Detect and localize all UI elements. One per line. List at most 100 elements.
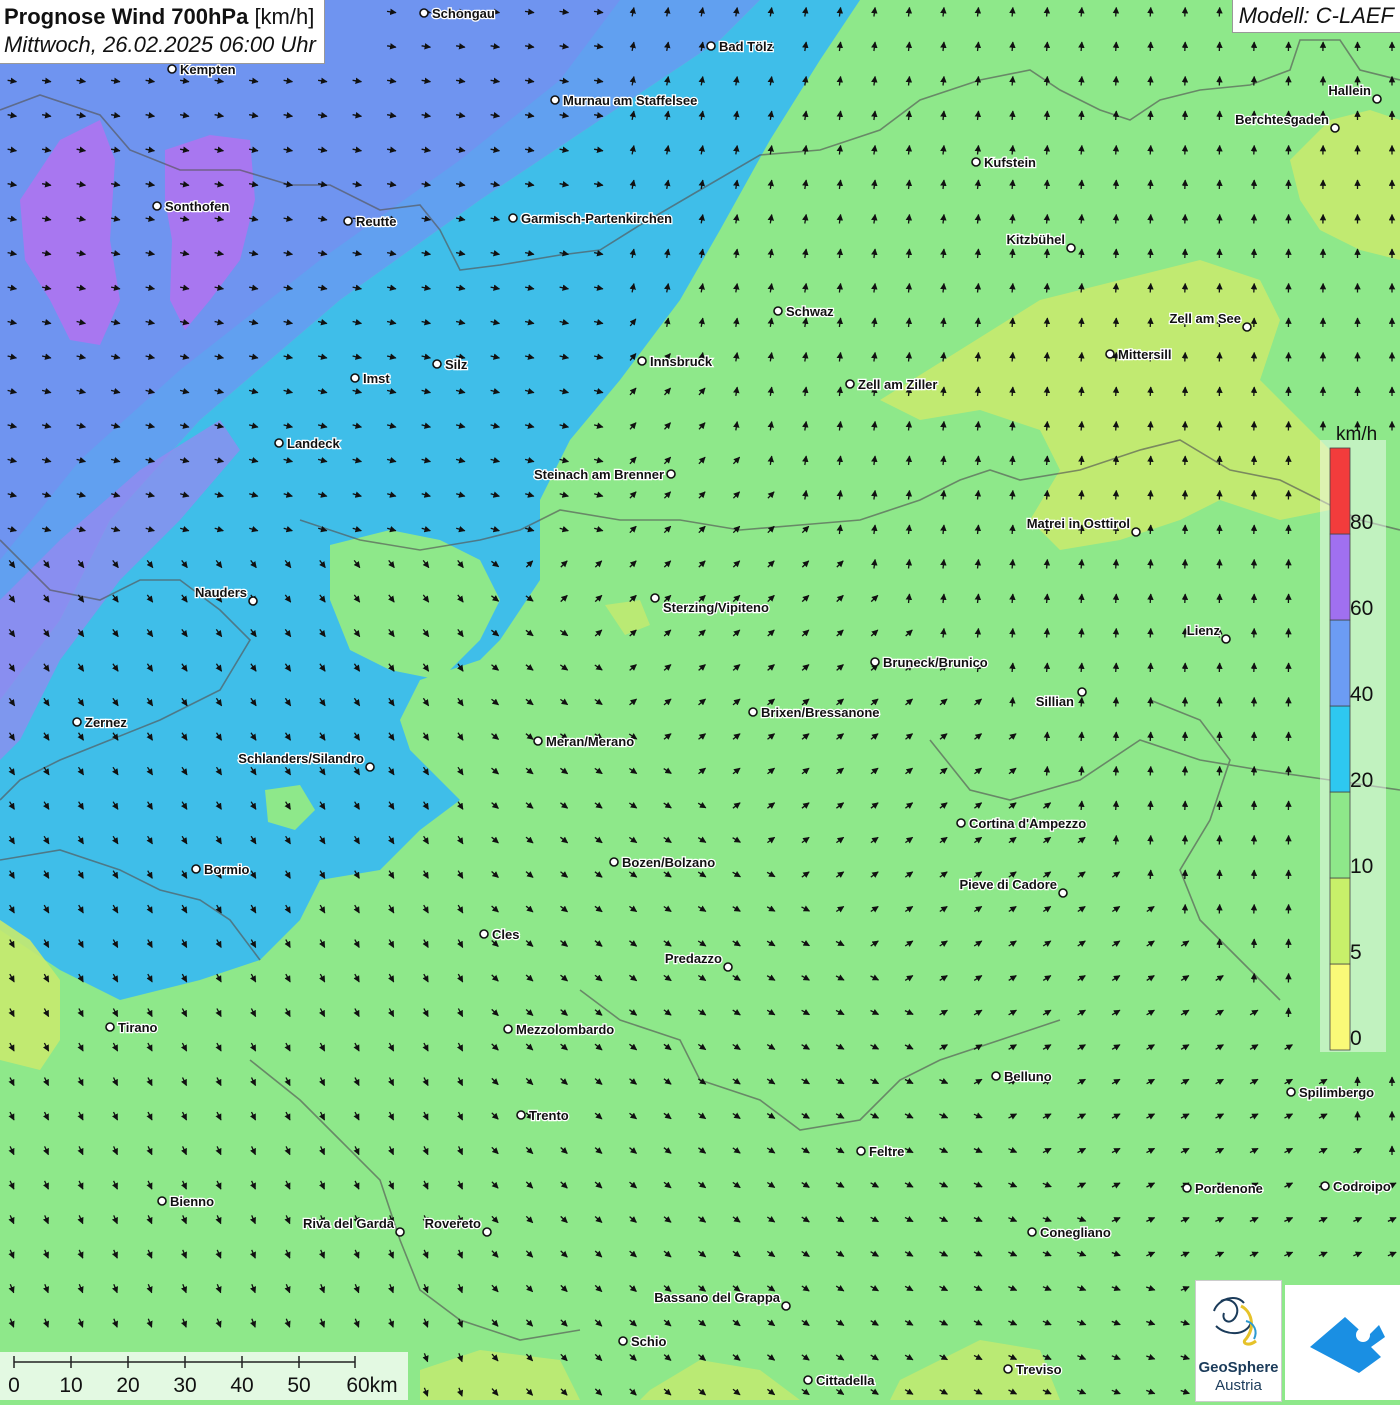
place-dot-icon xyxy=(153,202,161,210)
place-label: Spilimbergo xyxy=(1299,1085,1374,1100)
wind-arrow xyxy=(1081,8,1082,17)
wind-arrow xyxy=(1047,767,1048,776)
place-dot-icon xyxy=(433,360,441,368)
place-label: Riva del Garda xyxy=(303,1216,395,1231)
wind-arrow xyxy=(1116,594,1117,603)
wind-arrow xyxy=(1081,801,1082,810)
place-sonthofen[interactable]: Sonthofen xyxy=(153,199,229,214)
place-label: Pordenone xyxy=(1195,1181,1263,1196)
wind-arrow xyxy=(1116,249,1117,258)
place-dot-icon xyxy=(782,1302,790,1310)
place-cortina-d-ampezzo[interactable]: Cortina d'Ampezzo xyxy=(957,816,1086,831)
place-dot-icon xyxy=(509,214,517,222)
scale-label-10: 10 xyxy=(59,1374,82,1397)
legend-seg-10-20 xyxy=(1330,792,1350,878)
wind-arrow xyxy=(1012,284,1013,293)
place-dot-icon xyxy=(774,307,782,315)
place-label: Matrei in Osttirol xyxy=(1027,516,1130,531)
place-dot-icon xyxy=(1132,528,1140,536)
place-brixen-bressanone[interactable]: Brixen/Bressanone xyxy=(749,705,880,720)
place-dot-icon xyxy=(344,217,352,225)
place-dot-icon xyxy=(1059,889,1067,897)
place-label: Brixen/Bressanone xyxy=(761,705,880,720)
map-title: Prognose Wind 700hPa [km/h] xyxy=(4,3,316,31)
wind-arrow xyxy=(1012,42,1013,51)
wind-arrow xyxy=(1047,215,1048,224)
place-label: Feltre xyxy=(869,1144,904,1159)
place-label: Bruneck/Brunico xyxy=(883,655,988,670)
place-label: Rovereto xyxy=(425,1216,481,1231)
place-dot-icon xyxy=(534,737,542,745)
place-mezzolombardo[interactable]: Mezzolombardo xyxy=(504,1022,614,1037)
wind-arrow xyxy=(1047,594,1048,603)
wind-arrow xyxy=(1150,387,1151,396)
wind-arrow xyxy=(1150,525,1151,534)
place-label: Predazzo xyxy=(665,951,722,966)
wind-arrow xyxy=(1012,560,1013,569)
wind-arrow xyxy=(1012,456,1013,465)
wind-arrow xyxy=(1012,180,1013,189)
place-dot-icon xyxy=(517,1111,525,1119)
place-label: Pieve di Cadore xyxy=(959,877,1057,892)
wind-arrow xyxy=(1150,42,1151,51)
place-spilimbergo[interactable]: Spilimbergo xyxy=(1287,1085,1374,1100)
wind-arrow xyxy=(1150,77,1151,86)
place-label: Cles xyxy=(492,927,519,942)
place-label: Zell am See xyxy=(1169,311,1241,326)
wind-arrow xyxy=(1081,387,1082,396)
place-pordenone[interactable]: Pordenone xyxy=(1183,1181,1263,1196)
wind-arrow xyxy=(1150,146,1151,155)
wind-arrow xyxy=(1012,422,1013,431)
place-dot-icon xyxy=(1183,1184,1191,1192)
place-garmisch-partenkirchen[interactable]: Garmisch-Partenkirchen xyxy=(509,211,672,226)
logo-line2: Austria xyxy=(1196,1377,1281,1394)
place-dot-icon xyxy=(1004,1365,1012,1373)
wind-arrow xyxy=(1047,8,1048,17)
place-dot-icon xyxy=(420,9,428,17)
wind-arrow xyxy=(1047,456,1048,465)
place-meran-merano[interactable]: Meran/Merano xyxy=(534,734,634,749)
wind-arrow xyxy=(1150,698,1151,707)
wind-arrow xyxy=(1150,836,1151,845)
place-schongau[interactable]: Schongau xyxy=(420,6,495,21)
legend-tick-60: 60 xyxy=(1350,597,1373,620)
geosphere-logo[interactable]: GeoSphere Austria xyxy=(1195,1280,1282,1402)
legend-seg-5-10 xyxy=(1330,878,1350,964)
app-logo[interactable] xyxy=(1285,1285,1400,1400)
place-dot-icon xyxy=(707,42,715,50)
place-label: Hallein xyxy=(1328,83,1371,98)
place-innsbruck[interactable]: Innsbruck xyxy=(638,354,713,369)
scale-label-40: 40 xyxy=(230,1374,253,1397)
wind-arrow xyxy=(1150,8,1151,17)
place-dot-icon xyxy=(192,865,200,873)
place-zell-am-ziller[interactable]: Zell am Ziller xyxy=(846,377,937,392)
place-label: Kitzbühel xyxy=(1007,232,1066,247)
place-dot-icon xyxy=(871,658,879,666)
place-conegliano[interactable]: Conegliano xyxy=(1028,1225,1111,1240)
legend-seg-40-60 xyxy=(1330,620,1350,706)
wind-arrow xyxy=(1150,249,1151,258)
wind-arrow xyxy=(1116,560,1117,569)
place-dot-icon xyxy=(1243,323,1251,331)
wind-arrow xyxy=(1116,146,1117,155)
place-bruneck-brunico[interactable]: Bruneck/Brunico xyxy=(871,655,988,670)
wind-arrow xyxy=(1116,215,1117,224)
wind-arrow xyxy=(1047,663,1048,672)
place-label: Murnau am Staffelsee xyxy=(563,93,697,108)
place-dot-icon xyxy=(158,1197,166,1205)
wind-arrow xyxy=(1012,146,1013,155)
place-steinach-am-brenner[interactable]: Steinach am Brenner xyxy=(534,467,675,482)
place-dot-icon xyxy=(1078,688,1086,696)
legend-seg-0-5 xyxy=(1330,964,1350,1050)
legend-tick-10: 10 xyxy=(1350,855,1373,878)
place-dot-icon xyxy=(1287,1088,1295,1096)
app-logo-icon xyxy=(1285,1285,1400,1400)
place-dot-icon xyxy=(724,963,732,971)
place-label: Sonthofen xyxy=(165,199,229,214)
place-murnau-am-staffelsee[interactable]: Murnau am Staffelsee xyxy=(551,93,697,108)
place-bozen-bolzano[interactable]: Bozen/Bolzano xyxy=(610,855,715,870)
scale-label-30: 30 xyxy=(173,1374,196,1397)
wind-arrow xyxy=(1150,870,1151,879)
wind-arrow xyxy=(1116,111,1117,120)
title-main: Prognose Wind 700hPa xyxy=(4,4,248,29)
